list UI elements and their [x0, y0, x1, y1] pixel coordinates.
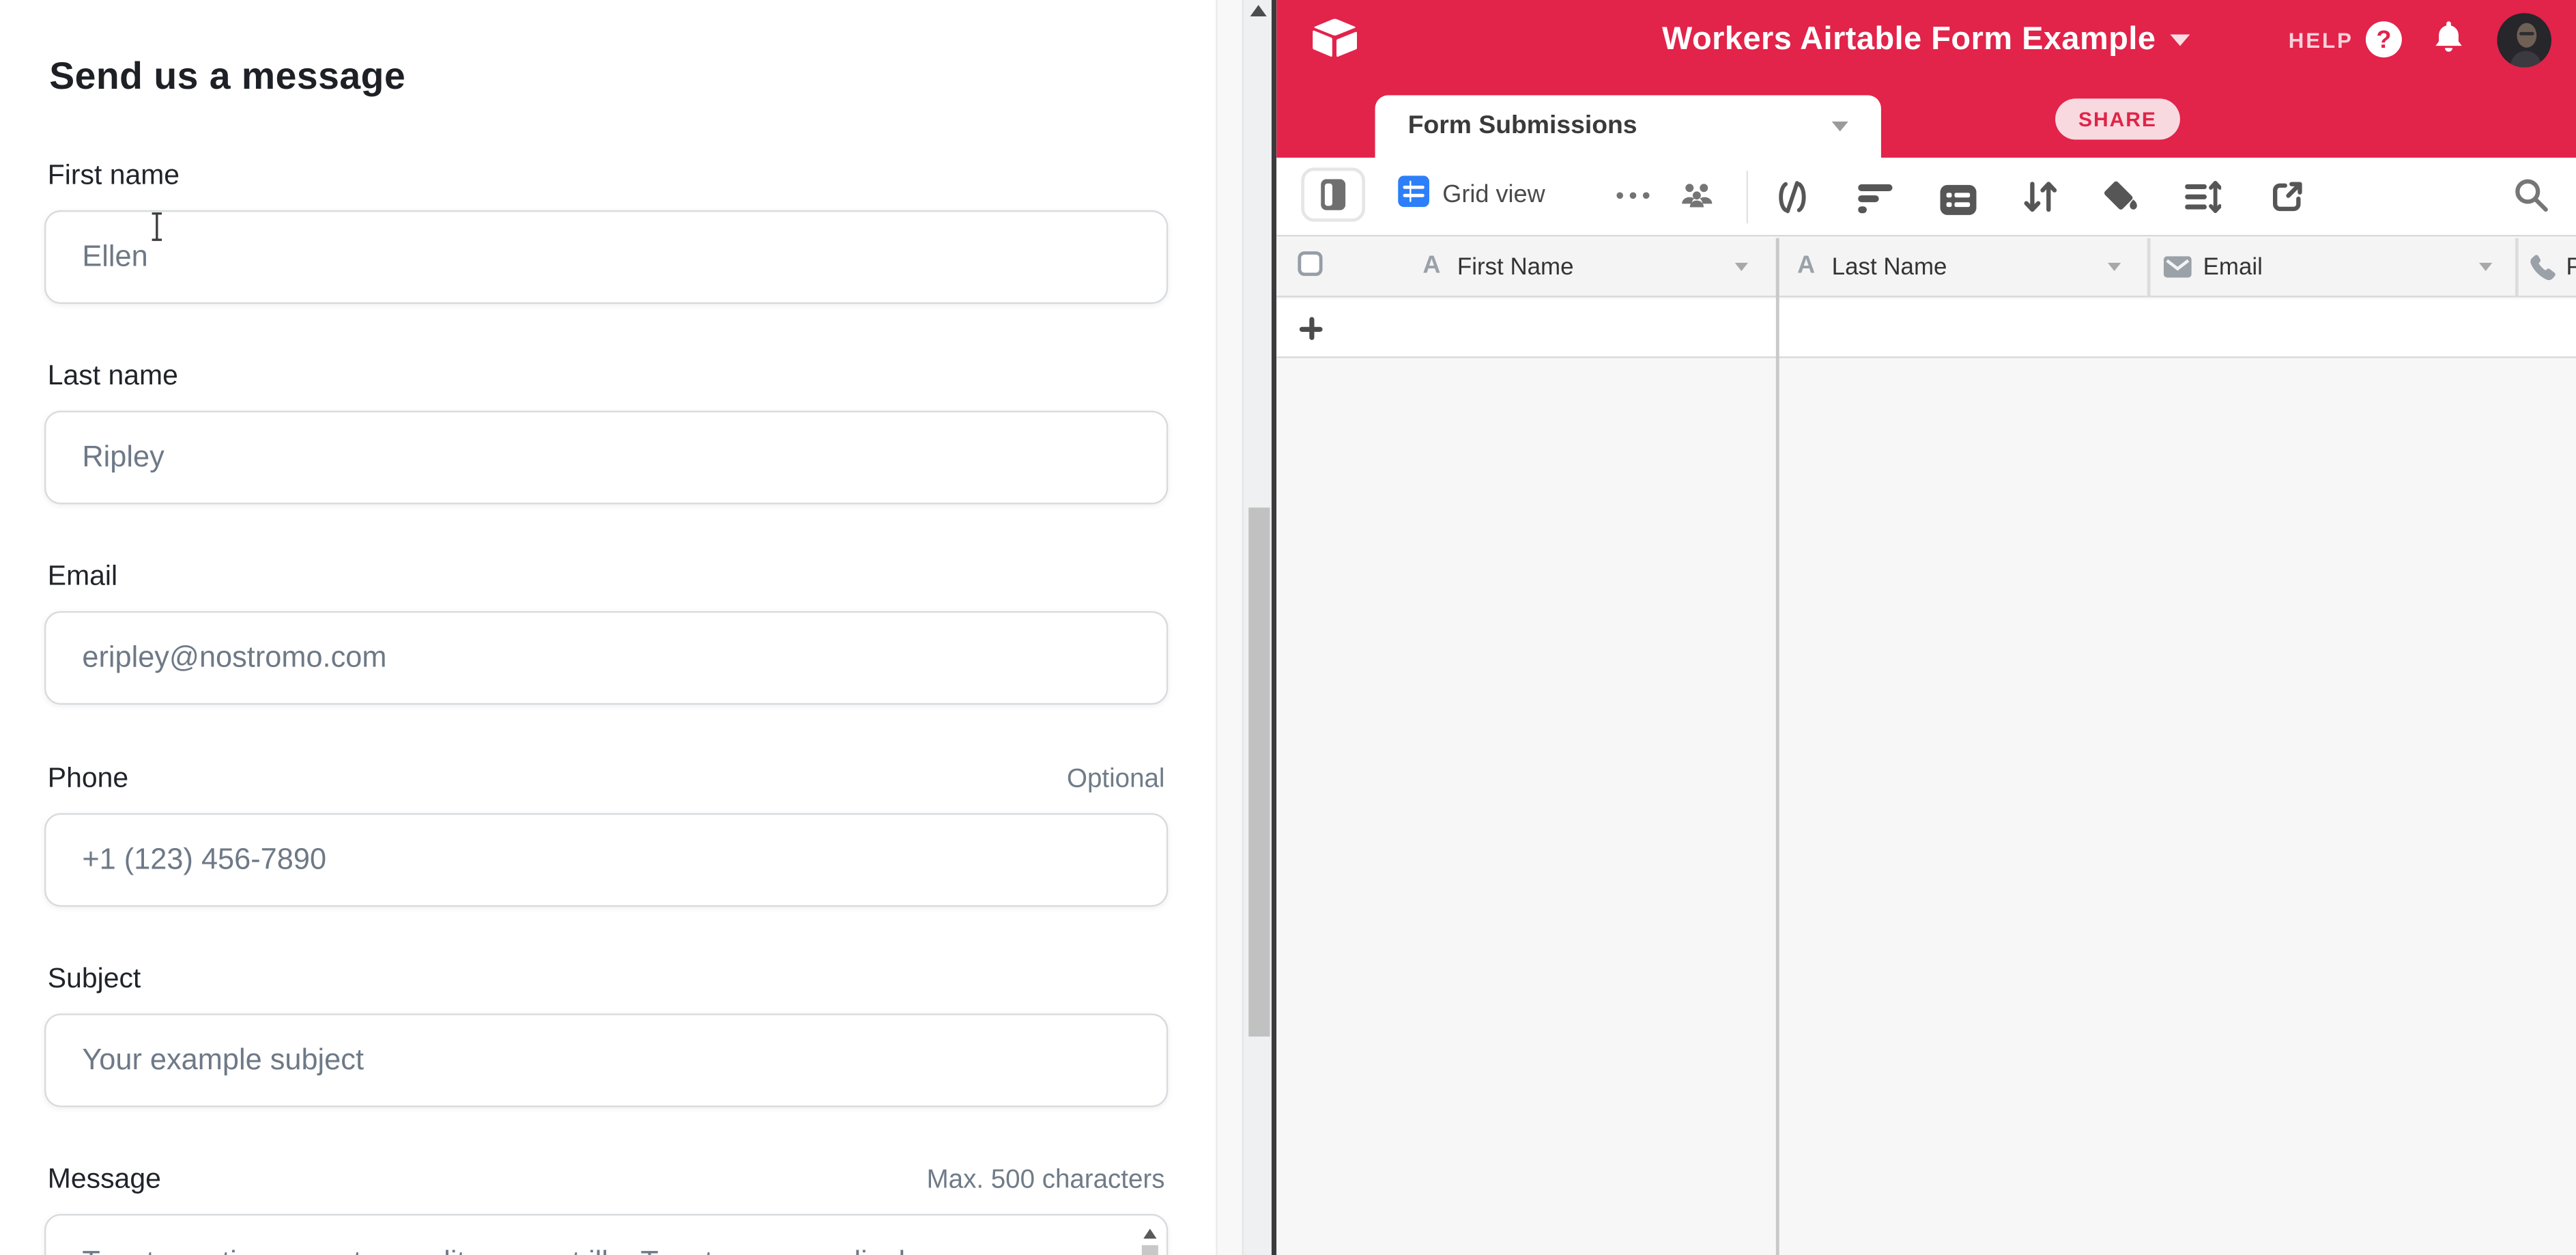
first-name-field: First name: [44, 159, 1168, 304]
window-divider: [1272, 0, 1276, 1255]
email-field-icon: [2164, 256, 2192, 277]
phone-label: Phone: [48, 762, 128, 795]
subject-label: Subject: [48, 963, 141, 996]
open-view-icon[interactable]: [2269, 179, 2305, 215]
screenshot-viewport: Send us a message First name Last name E…: [0, 0, 2576, 1255]
primary-column-separator: [1776, 238, 1779, 1255]
column-header-last-name[interactable]: Last Name: [1832, 255, 1947, 281]
text-cursor: [149, 212, 164, 241]
base-title[interactable]: Workers Airtable Form Example: [1662, 20, 2156, 58]
phone-optional-hint: Optional: [1067, 765, 1164, 795]
text-field-icon: A: [1422, 251, 1440, 279]
textarea-scrollbar: [1140, 1222, 1161, 1255]
email-input[interactable]: [44, 611, 1168, 705]
add-record-row[interactable]: [1276, 299, 2576, 358]
select-all-checkbox[interactable]: [1298, 251, 1322, 276]
chevron-down-icon[interactable]: [2479, 263, 2492, 271]
panel-toggle-icon: [1321, 179, 1345, 210]
subject-field: Subject: [44, 963, 1168, 1108]
contact-form-pane: Send us a message First name Last name E…: [0, 0, 1216, 1255]
chevron-down-icon[interactable]: [1832, 122, 1848, 131]
airtable-topbar: Workers Airtable Form Example HELP ?: [1276, 0, 2576, 79]
view-options-ellipsis-icon[interactable]: [1616, 192, 1659, 201]
phone-input[interactable]: [44, 813, 1168, 907]
text-field-icon: A: [1797, 251, 1815, 279]
scrollbar-up-arrow-icon[interactable]: [1250, 5, 1267, 16]
subject-input[interactable]: [44, 1013, 1168, 1107]
screen: Send us a message First name Last name E…: [0, 0, 2576, 1255]
airtable-pane: Workers Airtable Form Example HELP ?: [1276, 0, 2576, 1255]
form-heading: Send us a message: [49, 54, 405, 98]
filter-icon[interactable]: [1858, 181, 1894, 217]
chevron-down-icon[interactable]: [2171, 33, 2190, 45]
toolbar-divider: [1747, 171, 1748, 223]
grid-view-icon[interactable]: [1398, 175, 1429, 207]
chevron-down-icon[interactable]: [2108, 263, 2121, 271]
message-textarea[interactable]: Tenetur optio quaerat expedita vero et i…: [44, 1214, 1168, 1255]
sort-icon[interactable]: [2022, 179, 2059, 215]
column-separator: [2515, 238, 2518, 298]
row-height-icon[interactable]: [2185, 179, 2221, 215]
last-name-field: Last name: [44, 360, 1168, 505]
phone-field-icon: [2528, 253, 2558, 282]
avatar[interactable]: [2497, 12, 2551, 66]
view-name[interactable]: Grid view: [1442, 181, 1545, 209]
email-field: Email: [44, 560, 1168, 705]
help-button[interactable]: HELP: [2289, 27, 2353, 52]
chevron-down-icon[interactable]: [1735, 263, 1748, 271]
paint-fill-icon[interactable]: [2103, 179, 2139, 215]
last-name-label: Last name: [48, 360, 178, 393]
first-name-input[interactable]: [44, 210, 1168, 304]
search-icon[interactable]: [2514, 178, 2550, 214]
collaborators-icon[interactable]: [1679, 178, 1715, 214]
message-max-hint: Max. 500 characters: [927, 1166, 1165, 1196]
notifications-bell-icon[interactable]: [2433, 20, 2465, 55]
column-header-first-name[interactable]: First Name: [1457, 255, 1574, 281]
hide-fields-icon[interactable]: [1774, 179, 1810, 215]
view-sidebar-toggle-button[interactable]: [1301, 167, 1365, 221]
page-scrollbar-thumb[interactable]: [1248, 507, 1269, 1037]
airtable-table-bar: Form Submissions SHARE: [1276, 79, 2576, 157]
first-name-label: First name: [48, 159, 180, 192]
last-name-input[interactable]: [44, 410, 1168, 504]
scroll-up-arrow-icon[interactable]: [1143, 1229, 1156, 1239]
page-gutter: [1216, 0, 1242, 1255]
share-button[interactable]: SHARE: [2055, 98, 2180, 139]
column-separator: [2147, 238, 2150, 298]
grid-header-row: A First Name A Last Name Email Phone: [1276, 238, 2576, 298]
group-icon[interactable]: [1941, 182, 1977, 218]
column-header-email[interactable]: Email: [2203, 255, 2263, 281]
table-tab-label: Form Submissions: [1408, 112, 1637, 141]
message-field: Message Max. 500 characters Tenetur opti…: [44, 1163, 1168, 1255]
help-circle-icon[interactable]: ?: [2366, 21, 2402, 57]
table-tab-form-submissions[interactable]: Form Submissions: [1375, 96, 1881, 158]
email-label: Email: [48, 560, 117, 593]
view-toolbar: Grid view: [1276, 158, 2576, 236]
add-record-icon[interactable]: [1300, 317, 1323, 340]
phone-field: Phone Optional: [44, 762, 1168, 907]
column-header-phone[interactable]: Phone: [2566, 255, 2576, 281]
textarea-scrollbar-thumb[interactable]: [1142, 1245, 1158, 1255]
message-label: Message: [48, 1163, 161, 1196]
page-scrollbar: [1242, 0, 1272, 1255]
